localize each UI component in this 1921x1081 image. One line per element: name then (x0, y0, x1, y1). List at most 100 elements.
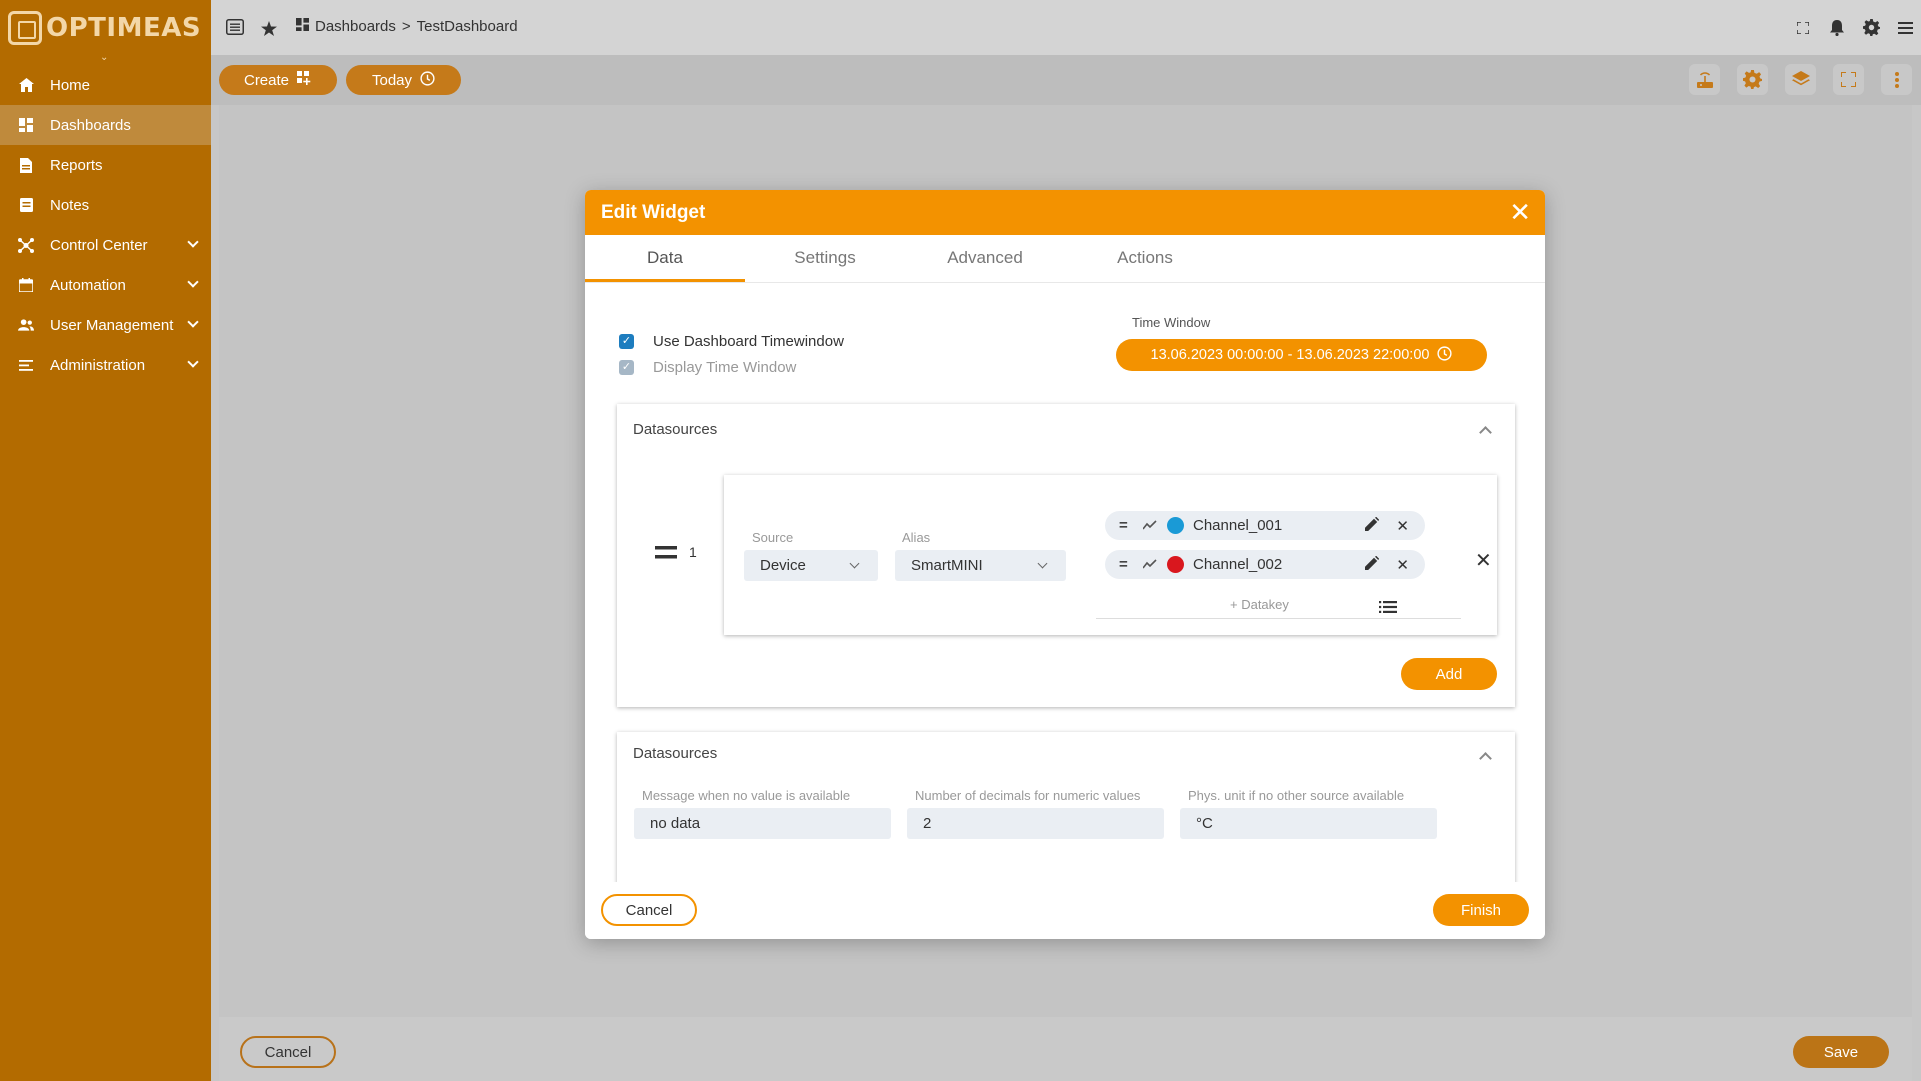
add-button[interactable]: Add (1401, 658, 1497, 690)
sidebar-item-label: Home (50, 76, 91, 94)
sidebar-item-automation[interactable]: Automation (0, 265, 211, 305)
dashboard-settings-gear-icon[interactable] (1737, 64, 1768, 95)
dialog-title: Edit Widget (601, 201, 706, 223)
no-value-value: no data (650, 815, 701, 832)
calendar-icon (18, 277, 34, 293)
no-value-input[interactable]: no data (634, 808, 891, 839)
create-label: Create (243, 71, 290, 89)
drag-handle-icon[interactable]: = (1119, 517, 1131, 534)
add-label: Add (1435, 665, 1463, 683)
create-button[interactable]: Create (219, 65, 337, 95)
tab-settings[interactable]: Settings (745, 235, 905, 282)
datakey-input-underline (1096, 618, 1461, 619)
edit-pencil-icon[interactable] (1365, 516, 1380, 534)
dashboards-icon (296, 18, 309, 35)
display-time-window-label: Display Time Window (653, 359, 797, 376)
source-select[interactable]: Device (744, 550, 878, 581)
chevron-down-icon (849, 558, 860, 569)
settings-gear-icon[interactable] (1861, 17, 1881, 37)
chevron-up-icon[interactable] (1479, 752, 1492, 765)
drag-handle-icon[interactable]: = (1119, 556, 1131, 573)
report-icon (18, 157, 34, 173)
tab-actions[interactable]: Actions (1065, 235, 1225, 282)
tab-advanced[interactable]: Advanced (905, 235, 1065, 282)
source-label: Source (752, 530, 794, 545)
unit-input[interactable]: °C (1180, 808, 1437, 839)
logo[interactable]: OPTIMEAS (0, 0, 211, 55)
time-window-button[interactable]: 13.06.2023 00:00:00 - 13.06.2023 22:00:0… (1116, 339, 1487, 371)
clock-icon (1437, 345, 1453, 365)
tab-data[interactable]: Data (585, 235, 745, 282)
chevron-down-icon[interactable] (187, 236, 199, 248)
alias-select[interactable]: SmartMINI (895, 550, 1066, 581)
sidebar-item-administration[interactable]: Administration (0, 345, 211, 385)
bell-icon[interactable] (1827, 18, 1847, 38)
add-datakey-input[interactable]: + Datakey (1230, 597, 1289, 612)
dialog-cancel-button[interactable]: Cancel (601, 894, 697, 926)
chevron-down-icon[interactable] (187, 316, 199, 328)
dashboard-toolbar (211, 55, 1921, 105)
sidebar-item-dashboards[interactable]: Dashboards (0, 105, 211, 145)
layers-icon[interactable] (1785, 64, 1816, 95)
dashboards-icon (18, 117, 34, 133)
display-time-window-checkbox[interactable]: ✓ (619, 360, 634, 375)
time-window-value: 13.06.2023 00:00:00 - 13.06.2023 22:00:0… (1150, 347, 1430, 363)
unit-label: Phys. unit if no other source available (1188, 788, 1405, 803)
breadcrumb-current: TestDashboard (416, 18, 518, 35)
remove-datasource-icon[interactable]: ✕ (1475, 548, 1492, 573)
alias-value: SmartMINI (911, 557, 983, 574)
trend-line-icon (1142, 518, 1157, 533)
use-dashboard-timewindow-checkbox[interactable]: ✓ (619, 334, 634, 349)
hamburger-menu-icon[interactable] (1895, 18, 1915, 38)
close-icon[interactable]: ✕ (1509, 199, 1531, 225)
finish-button[interactable]: Finish (1433, 894, 1529, 926)
remove-icon[interactable]: ✕ (1396, 517, 1409, 535)
datakey-color-swatch[interactable] (1167, 517, 1184, 534)
sidebar-item-reports[interactable]: Reports (0, 145, 211, 185)
bottom-cancel-label: Cancel (264, 1043, 312, 1061)
save-button[interactable]: Save (1793, 1036, 1889, 1068)
menu-toggle-icon[interactable] (225, 17, 245, 37)
fullscreen-icon[interactable] (1793, 18, 1813, 38)
sidebar-item-home[interactable]: Home (0, 65, 211, 105)
home-icon (18, 77, 34, 93)
dialog-footer (585, 882, 1545, 939)
expand-icon[interactable] (1833, 64, 1864, 95)
sidebar-item-label: Administration (50, 356, 146, 374)
sidebar-item-user-management[interactable]: User Management (0, 305, 211, 345)
sidebar-nav: Home Dashboards Reports Notes Control Ce… (0, 65, 211, 385)
users-icon (18, 317, 34, 333)
trend-line-icon (1142, 557, 1157, 572)
datakey-color-swatch[interactable] (1167, 556, 1184, 573)
decimals-value: 2 (923, 815, 932, 832)
decimals-label: Number of decimals for numeric values (915, 788, 1141, 803)
chevron-down-icon (1037, 558, 1048, 569)
remove-icon[interactable]: ✕ (1396, 556, 1409, 574)
chevron-down-icon[interactable] (187, 356, 199, 368)
breadcrumb-root[interactable]: Dashboards (315, 18, 396, 35)
datasources-title: Datasources (633, 421, 718, 438)
drag-handle-icon[interactable] (655, 546, 677, 565)
edit-pencil-icon[interactable] (1365, 555, 1380, 573)
list-icon[interactable] (1379, 600, 1397, 618)
chevron-down-icon[interactable]: ⌄ (100, 52, 108, 63)
today-button[interactable]: Today (346, 65, 461, 95)
notes-icon (18, 197, 34, 213)
datakey-chip[interactable]: = Channel_002 ✕ (1105, 550, 1425, 579)
alias-label: Alias (902, 530, 931, 545)
device-gateway-icon[interactable] (1689, 64, 1720, 95)
sidebar-item-control-center[interactable]: Control Center (0, 225, 211, 265)
tab-bar: Data Settings Advanced Actions (585, 235, 1545, 283)
bottom-cancel-button[interactable]: Cancel (240, 1036, 336, 1068)
chevron-down-icon[interactable] (187, 276, 199, 288)
datakey-chip[interactable]: = Channel_001 ✕ (1105, 511, 1425, 540)
star-icon[interactable] (259, 18, 279, 38)
datakey-name: Channel_001 (1193, 517, 1283, 534)
sidebar: OPTIMEAS ⌄ Home Dashboards Reports Notes… (0, 0, 211, 1081)
sidebar-item-label: User Management (50, 316, 174, 334)
datakey-name: Channel_002 (1193, 556, 1283, 573)
sidebar-item-notes[interactable]: Notes (0, 185, 211, 225)
more-vertical-icon[interactable] (1881, 64, 1912, 95)
chevron-up-icon[interactable] (1479, 426, 1492, 439)
decimals-input[interactable]: 2 (907, 808, 1164, 839)
